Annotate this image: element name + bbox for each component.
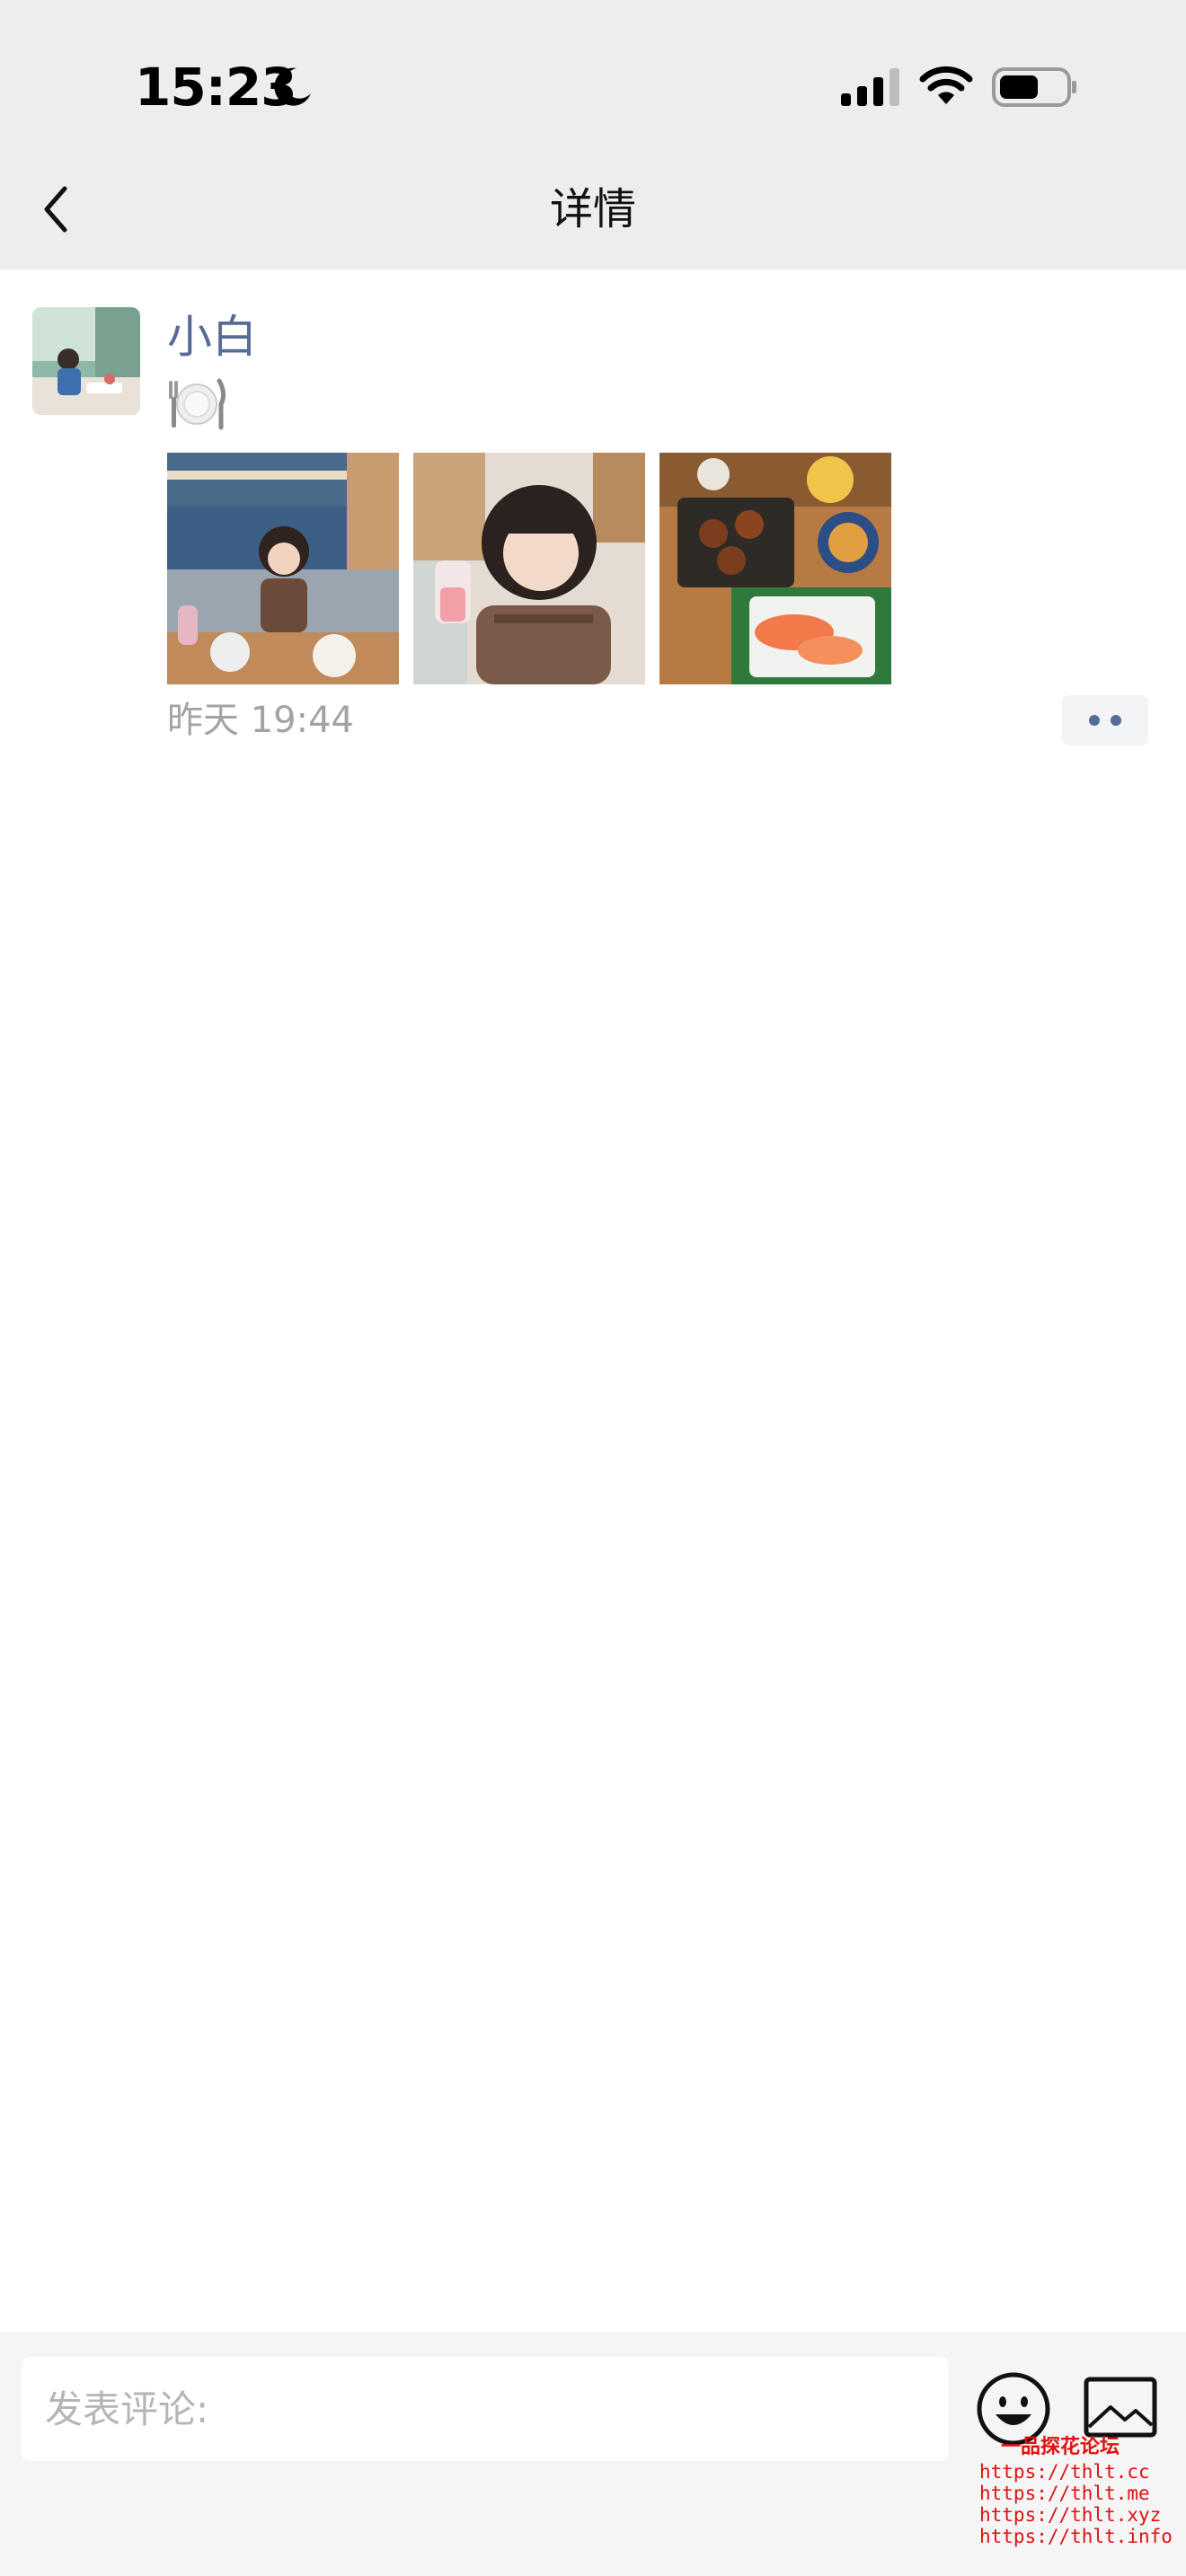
plate-cutlery-icon <box>169 378 226 430</box>
more-actions-button[interactable] <box>1062 695 1148 745</box>
photo-grid <box>167 453 891 684</box>
image-icon[interactable] <box>1084 2377 1157 2438</box>
post-time: 昨天 19:44 <box>167 700 354 741</box>
avatar[interactable] <box>32 307 140 415</box>
photo-food-platter[interactable] <box>659 453 891 684</box>
watermark-url: https://thlt.info <box>979 2526 1173 2547</box>
two-dots-icon <box>1111 715 1121 726</box>
watermark-title: 一品探花论坛 <box>1000 2436 1120 2458</box>
page-title: 详情 <box>549 184 636 234</box>
battery-icon <box>992 67 1076 107</box>
wifi-icon <box>919 66 973 104</box>
comment-input[interactable] <box>22 2357 949 2461</box>
moon-icon <box>274 67 311 106</box>
watermark-url: https://thlt.me <box>979 2483 1150 2504</box>
two-dots-icon <box>1089 715 1100 726</box>
watermark-url: https://thlt.xyz <box>979 2504 1162 2526</box>
watermark-url: https://thlt.cc <box>979 2461 1150 2483</box>
user-name[interactable]: 小白 <box>167 305 257 368</box>
photo-girl-in-restaurant[interactable] <box>167 453 399 684</box>
photo-girl-selfie-with-drink[interactable] <box>413 453 645 684</box>
signal-icon <box>841 68 899 106</box>
